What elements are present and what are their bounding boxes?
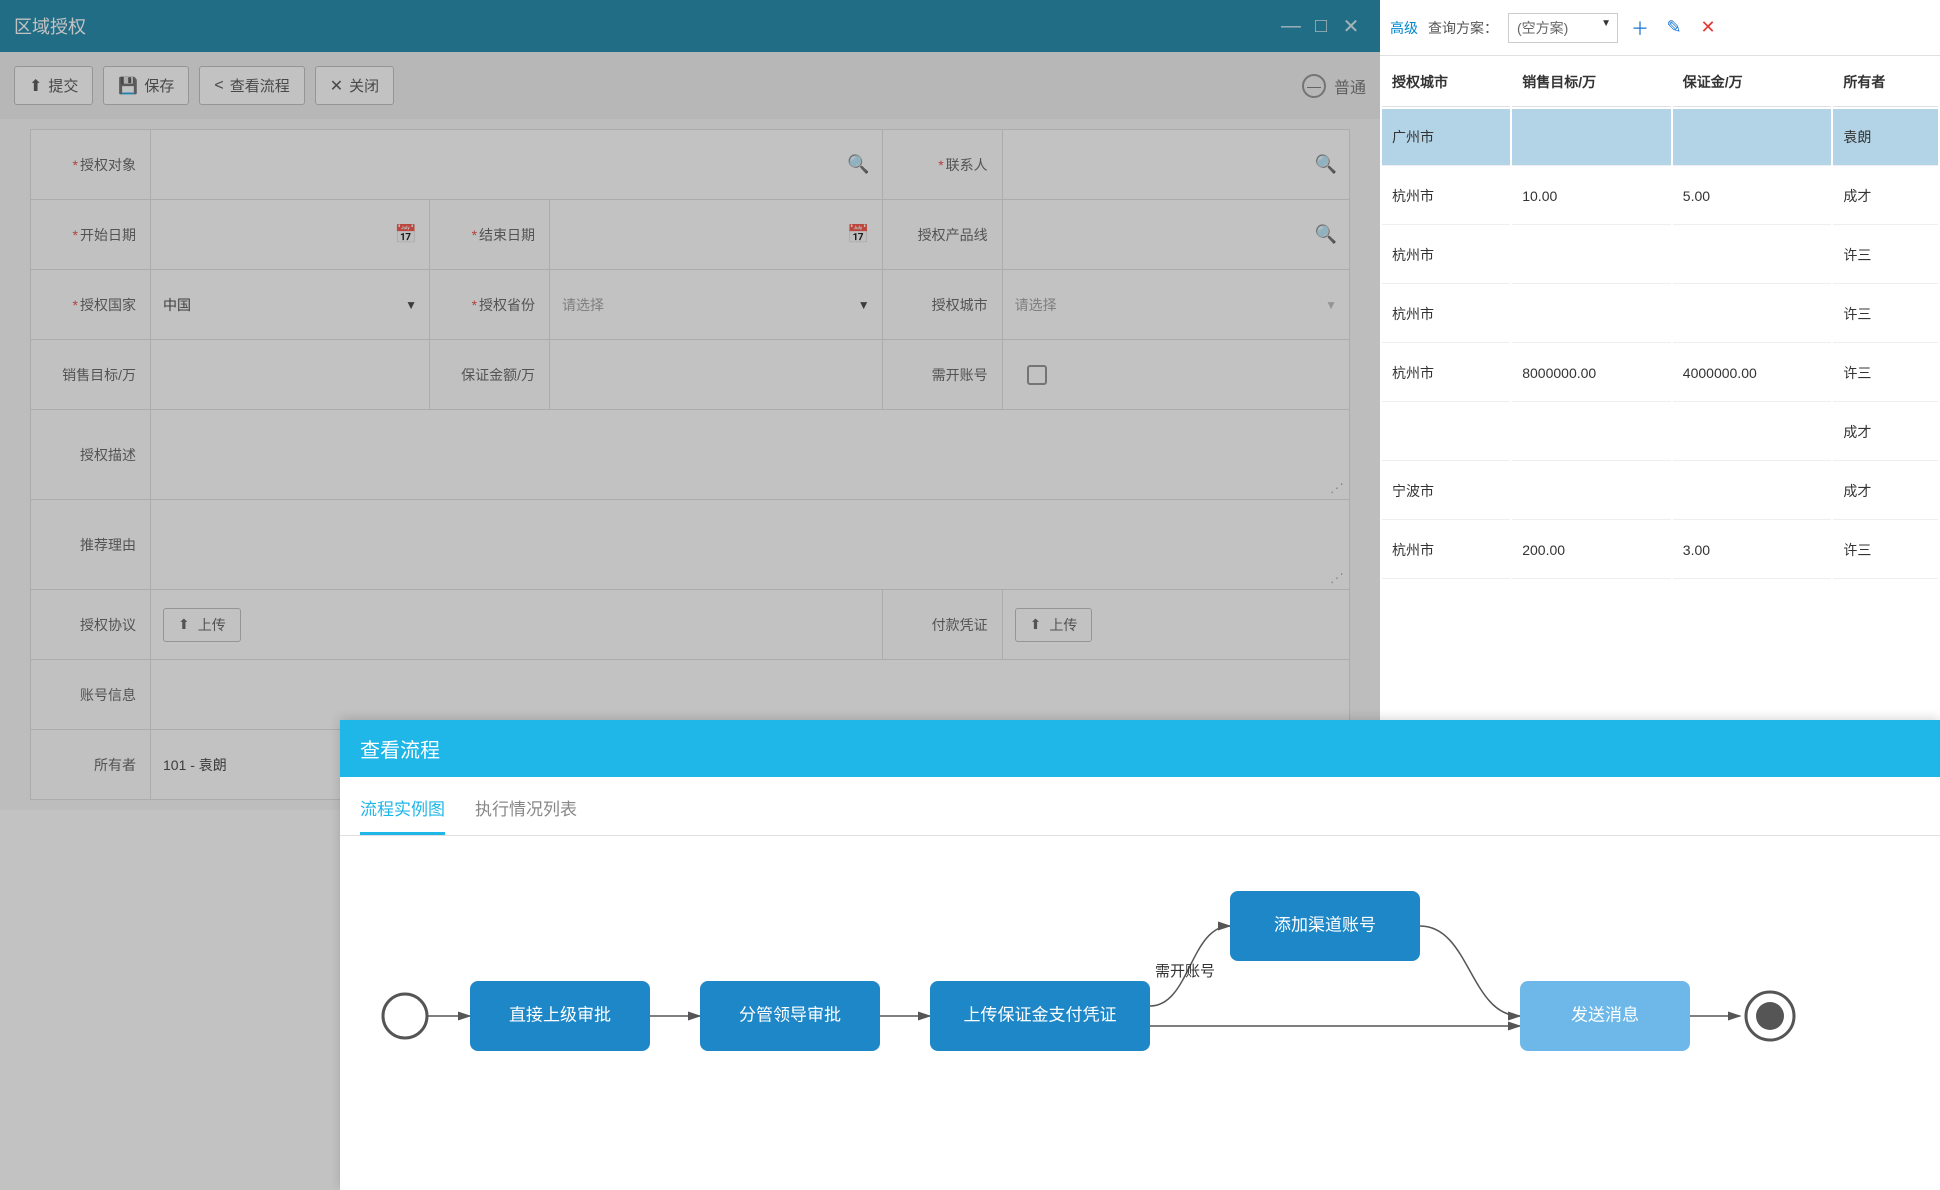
table-cell [1673,404,1832,461]
flow-tabs: 流程实例图 执行情况列表 [340,777,1940,836]
scheme-select[interactable]: (空方案) [1508,13,1618,43]
bg-table: 授权城市 销售目标/万 保证金/万 所有者 广州市袁朗杭州市10.005.00成… [1380,56,1940,581]
table-cell: 200.00 [1512,522,1671,579]
table-cell [1512,109,1671,166]
table-cell [1512,286,1671,343]
table-row[interactable]: 杭州市10.005.00成才 [1382,168,1938,225]
flow-node-4-label: 添加渠道账号 [1274,915,1376,934]
table-cell: 宁波市 [1382,463,1510,520]
flow-node-3-label: 上传保证金支付凭证 [964,1005,1117,1024]
flow-modal: 查看流程 流程实例图 执行情况列表 直接上级审批 分管领导审批 上传保证金支付凭 [340,720,1940,1190]
table-cell [1673,286,1832,343]
table-row[interactable]: 杭州市 许三 [1382,286,1938,343]
table-cell [1673,463,1832,520]
advanced-link[interactable]: 高级 [1390,18,1418,38]
table-cell: 成才 [1833,404,1938,461]
table-cell [1673,227,1832,284]
table-cell: 8000000.00 [1512,345,1671,402]
table-cell: 杭州市 [1382,522,1510,579]
table-cell: 杭州市 [1382,227,1510,284]
table-cell: 许三 [1833,345,1938,402]
col-target[interactable]: 销售目标/万 [1512,58,1671,107]
table-cell: 杭州市 [1382,286,1510,343]
table-cell: 许三 [1833,286,1938,343]
table-cell: 10.00 [1512,168,1671,225]
table-cell: 5.00 [1673,168,1832,225]
table-cell [1512,463,1671,520]
flow-diagram: 直接上级审批 分管领导审批 上传保证金支付凭证 需开账号 添加渠道账号 发送消息 [340,836,1940,1116]
table-cell: 许三 [1833,522,1938,579]
table-cell: 成才 [1833,168,1938,225]
table-cell: 4000000.00 [1673,345,1832,402]
table-cell [1512,227,1671,284]
table-cell [1382,404,1510,461]
delete-scheme-icon[interactable]: ✕ [1696,17,1720,38]
scheme-label: 查询方案： [1428,18,1498,38]
table-row[interactable]: 广州市 袁朗 [1382,109,1938,166]
table-row[interactable]: 杭州市200.003.00许三 [1382,522,1938,579]
table-row[interactable]: 成才 [1382,404,1938,461]
flow-node-5-label: 发送消息 [1571,1005,1639,1024]
table-cell: 广州市 [1382,109,1510,166]
col-owner[interactable]: 所有者 [1833,58,1938,107]
col-deposit[interactable]: 保证金/万 [1673,58,1832,107]
flow-edge-label: 需开账号 [1155,963,1215,980]
add-scheme-icon[interactable]: ＋ [1628,15,1652,41]
table-cell: 3.00 [1673,522,1832,579]
table-cell [1673,109,1832,166]
flow-node-1-label: 直接上级审批 [509,1005,611,1024]
table-cell [1512,404,1671,461]
table-cell: 许三 [1833,227,1938,284]
table-cell: 杭州市 [1382,345,1510,402]
bg-toolbar: 高级 查询方案： (空方案) ＋ ✎ ✕ [1380,0,1940,56]
tab-exec-list[interactable]: 执行情况列表 [475,795,577,835]
table-row[interactable]: 杭州市 许三 [1382,227,1938,284]
flow-modal-title: 查看流程 [340,720,1940,777]
table-cell: 袁朗 [1833,109,1938,166]
table-row[interactable]: 宁波市 成才 [1382,463,1938,520]
edit-scheme-icon[interactable]: ✎ [1662,17,1686,38]
table-row[interactable]: 杭州市8000000.004000000.00许三 [1382,345,1938,402]
tab-diagram[interactable]: 流程实例图 [360,795,445,835]
col-city[interactable]: 授权城市 [1382,58,1510,107]
table-cell: 成才 [1833,463,1938,520]
flow-node-2-label: 分管领导审批 [739,1005,841,1024]
table-cell: 杭州市 [1382,168,1510,225]
flow-start-node [383,994,427,1038]
